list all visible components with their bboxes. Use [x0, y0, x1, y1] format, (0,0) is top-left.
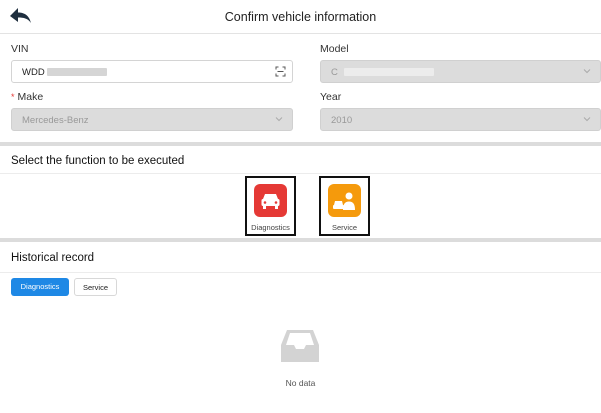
year-select[interactable]: 2010 — [320, 108, 601, 131]
make-label: Make — [17, 91, 44, 103]
function-list: Diagnostics Service — [0, 174, 601, 238]
vin-label: VIN — [11, 43, 29, 55]
year-label: Year — [320, 91, 342, 103]
car-icon — [254, 184, 287, 217]
vin-field[interactable]: WDD — [11, 60, 293, 83]
service-label: Service — [331, 223, 357, 232]
top-bar: Confirm vehicle information — [0, 0, 601, 34]
scan-icon[interactable] — [275, 66, 286, 77]
function-section-header: Select the function to be executed — [0, 146, 601, 174]
tab-service[interactable]: Service — [74, 278, 117, 296]
year-value: 2010 — [331, 115, 353, 126]
function-section-title: Select the function to be executed — [11, 155, 185, 167]
empty-state-text: No data — [285, 378, 316, 388]
technician-icon — [328, 184, 361, 217]
diagnostics-function-button[interactable]: Diagnostics — [245, 176, 296, 236]
model-redaction — [343, 68, 434, 77]
model-value: C — [331, 67, 338, 78]
vin-redaction — [46, 68, 107, 77]
page-title: Confirm vehicle information — [224, 10, 377, 24]
make-select[interactable]: Mercedes-Benz — [11, 108, 293, 131]
diagnostics-label: Diagnostics — [251, 223, 290, 232]
model-select[interactable]: C — [320, 60, 601, 83]
required-mark: * — [11, 92, 15, 102]
vin-value: WDD — [22, 67, 45, 78]
vehicle-info-form: VIN WDD Model C * Make Mercedes-Benz Year… — [0, 34, 601, 142]
history-tabs: Diagnostics Service — [0, 273, 601, 301]
service-function-button[interactable]: Service — [319, 176, 370, 236]
model-label: Model — [320, 43, 349, 55]
history-list: No data — [0, 301, 601, 413]
chevron-down-icon — [274, 114, 284, 124]
make-value: Mercedes-Benz — [22, 115, 89, 126]
history-section-header: Historical record — [0, 242, 601, 273]
chevron-down-icon — [582, 114, 592, 124]
tab-diagnostics[interactable]: Diagnostics — [11, 278, 69, 296]
history-section-title: Historical record — [11, 252, 95, 264]
chevron-down-icon — [582, 66, 592, 76]
empty-inbox-icon — [279, 327, 321, 365]
